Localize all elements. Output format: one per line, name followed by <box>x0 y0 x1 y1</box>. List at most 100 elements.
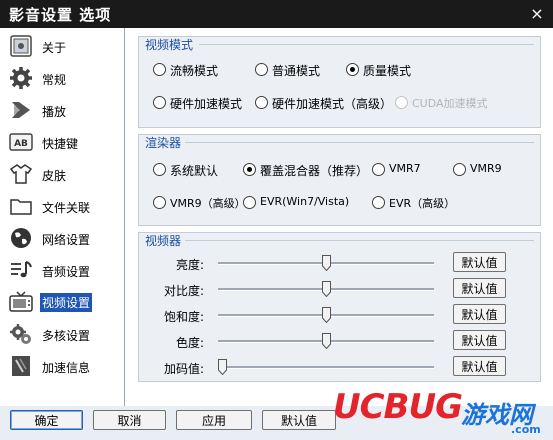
radio-dot <box>255 63 268 76</box>
radio-label: 系统默认 <box>170 164 219 178</box>
sidebar-item-general[interactable]: 常规 <box>0 62 124 94</box>
radio-label: EVR（高级） <box>389 197 456 210</box>
radio-dot <box>153 163 166 176</box>
radio-dot-checked <box>243 163 256 176</box>
window-title: 影音设置 选项 <box>9 6 112 24</box>
radio-label: 流畅模式 <box>170 64 219 78</box>
hue-label: 色度: <box>175 336 204 350</box>
hue-default-button[interactable]: 默认值 <box>453 330 506 350</box>
radio-label: 硬件加速模式 <box>170 97 243 111</box>
slider-thumb[interactable] <box>322 307 331 323</box>
contrast-slider[interactable] <box>218 280 434 300</box>
accelerate-icon <box>12 356 30 376</box>
saturation-slider[interactable] <box>218 306 434 326</box>
divider <box>185 142 534 143</box>
sidebar-item-label: 加速信息 <box>42 361 91 375</box>
slider-thumb[interactable] <box>322 281 331 297</box>
close-button[interactable]: × <box>528 5 546 23</box>
slider-thumb[interactable] <box>322 255 331 271</box>
renderer-panel: 渲染器 系统默认 覆盖混合器（推荐） VMR7 VMR9 VMR9（高级） EV… <box>138 134 541 226</box>
sidebar-item-skin[interactable]: 皮肤 <box>0 158 124 190</box>
brightness-slider[interactable] <box>218 254 434 274</box>
sidebar-item-label: 视频设置 <box>40 293 93 312</box>
gain-label: 加码值: <box>163 362 204 376</box>
slider-thumb[interactable] <box>218 359 227 375</box>
radio-label: 硬件加速模式（高级） <box>272 97 393 111</box>
video-settings-page: 视频模式 流畅模式 普通模式 质量模式 硬件加速模式 硬件加速模式（高级） CU… <box>125 28 553 406</box>
radio-dot <box>372 196 385 209</box>
sidebar-item-network[interactable]: 网络设置 <box>0 222 124 254</box>
divider <box>185 240 534 241</box>
sidebar-item-label: 皮肤 <box>42 169 67 183</box>
multicore-icon <box>10 324 31 344</box>
settings-window: 影音设置 选项 × 关于 常规 播放 AB 快捷键 皮肤 文件关联 网络设置 音… <box>0 0 553 440</box>
globe-icon <box>11 228 31 248</box>
radio-label: VMR9 <box>470 162 502 175</box>
gain-slider[interactable] <box>218 358 434 378</box>
apply-button[interactable]: 应用 <box>176 410 252 430</box>
sidebar-item-multicore[interactable]: 多核设置 <box>0 318 124 350</box>
play-icon <box>12 102 30 118</box>
sidebar-item-label: 文件关联 <box>42 201 91 215</box>
radio-dot <box>395 96 408 109</box>
radio-dot <box>153 63 166 76</box>
sidebar-item-label: 快捷键 <box>42 137 79 151</box>
sidebar: 关于 常规 播放 AB 快捷键 皮肤 文件关联 网络设置 音频设置 视频设置 多… <box>0 28 125 406</box>
tv-icon <box>9 291 33 312</box>
ok-button[interactable]: 确定 <box>10 410 83 430</box>
svg-text:AB: AB <box>14 139 28 149</box>
video-mode-title: 视频模式 <box>145 38 194 52</box>
slider-thumb[interactable] <box>322 333 331 349</box>
sidebar-item-label: 多核设置 <box>42 329 91 343</box>
music-icon <box>11 261 32 278</box>
saturation-label: 饱和度: <box>163 310 204 324</box>
sidebar-item-playback[interactable]: 播放 <box>0 94 124 126</box>
sidebar-item-hotkeys[interactable]: AB 快捷键 <box>0 126 124 158</box>
contrast-label: 对比度: <box>163 284 204 298</box>
sidebar-item-audio[interactable]: 音频设置 <box>0 254 124 286</box>
radio-dot <box>153 96 166 109</box>
sidebar-item-video[interactable]: 视频设置 <box>0 286 124 318</box>
watermark-brand: UCBUG <box>333 387 463 427</box>
radio-label: 质量模式 <box>363 64 412 78</box>
gear-icon <box>10 67 32 89</box>
sidebar-item-label: 常规 <box>42 73 67 87</box>
cancel-button[interactable]: 取消 <box>93 410 166 430</box>
contrast-default-button[interactable]: 默认值 <box>453 278 506 298</box>
radio-label: CUDA加速模式 <box>412 97 488 110</box>
radio-dot-checked <box>346 63 359 76</box>
radio-label: 普通模式 <box>272 64 321 78</box>
sidebar-item-label: 音频设置 <box>42 265 91 279</box>
video-adjust-panel: 视频器 亮度: 默认值 对比度: 默认值 饱和度: 默认值 色度: 默认值 加码… <box>138 232 541 382</box>
saturation-default-button[interactable]: 默认值 <box>453 304 506 324</box>
sidebar-item-label: 播放 <box>42 105 67 119</box>
title-bar: 影音设置 选项 × <box>0 0 553 28</box>
radio-dot <box>243 196 256 209</box>
radio-dot <box>372 163 385 176</box>
radio-label: 覆盖混合器（推荐） <box>260 164 369 178</box>
keyboard-icon: AB <box>9 133 33 151</box>
video-mode-panel: 视频模式 流畅模式 普通模式 质量模式 硬件加速模式 硬件加速模式（高级） CU… <box>138 36 541 128</box>
radio-dot <box>153 196 166 209</box>
brightness-label: 亮度: <box>175 258 204 272</box>
folder-icon <box>10 199 32 215</box>
video-adjust-title: 视频器 <box>145 234 182 248</box>
brightness-default-button[interactable]: 默认值 <box>453 252 506 272</box>
gain-default-button[interactable]: 默认值 <box>453 356 506 376</box>
slider-track <box>218 366 434 369</box>
sidebar-item-accel-info[interactable]: 加速信息 <box>0 350 124 382</box>
defaults-button[interactable]: 默认值 <box>262 410 336 430</box>
ucbug-watermark-logo: UCBUG 游戏网 .com <box>333 383 553 440</box>
radio-label: EVR(Win7/Vista) <box>260 195 350 208</box>
shirt-icon <box>9 164 33 184</box>
radio-label: VMR9（高级） <box>170 197 246 210</box>
radio-dot <box>453 163 466 176</box>
divider <box>199 44 534 45</box>
radio-label: VMR7 <box>389 162 421 175</box>
watermark-domain: .com <box>511 423 541 436</box>
hue-slider[interactable] <box>218 332 434 352</box>
sidebar-item-label: 网络设置 <box>42 233 91 247</box>
sidebar-item-file-assoc[interactable]: 文件关联 <box>0 190 124 222</box>
sidebar-item-about[interactable]: 关于 <box>0 30 124 62</box>
info-icon <box>10 35 32 57</box>
